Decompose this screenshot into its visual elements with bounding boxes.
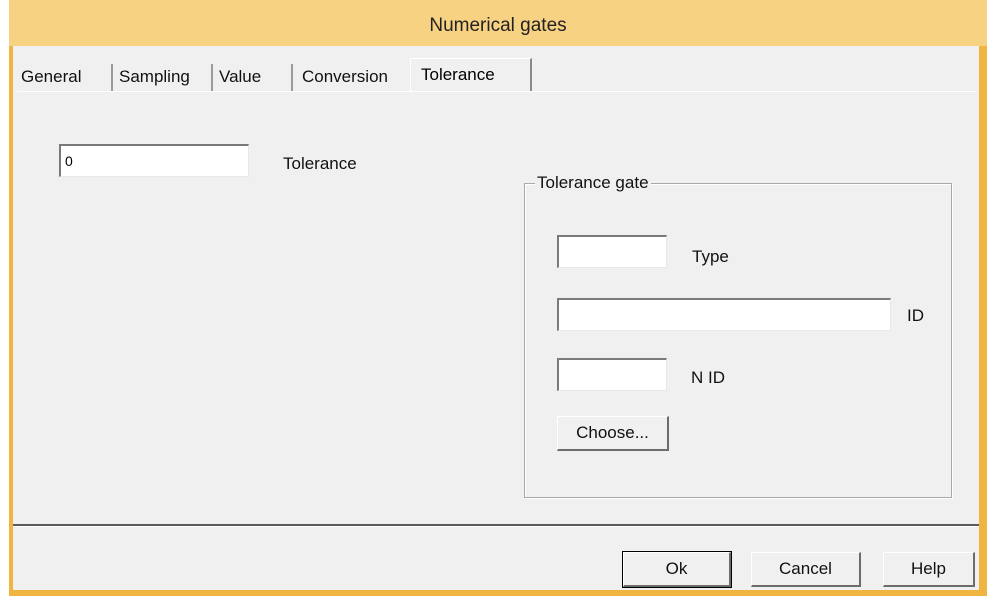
tab-separator: [211, 64, 213, 92]
tolerance-input[interactable]: [59, 144, 249, 177]
title-bar[interactable]: Numerical gates: [9, 0, 987, 46]
tab-general[interactable]: General: [21, 64, 81, 90]
tab-separator: [111, 64, 113, 92]
window-title: Numerical gates: [429, 15, 567, 36]
numerical-gates-dialog: Numerical gates General Sampling Value C…: [9, 0, 987, 596]
tab-separator: [291, 64, 293, 92]
help-button[interactable]: Help: [883, 552, 975, 587]
ok-button[interactable]: Ok: [622, 551, 732, 588]
tolerance-gate-group: Tolerance gate Type ID N ID Choose...: [524, 173, 952, 498]
choose-button[interactable]: Choose...: [557, 416, 669, 451]
cancel-button[interactable]: Cancel: [751, 552, 861, 587]
tab-sampling[interactable]: Sampling: [119, 64, 190, 90]
tab-tolerance-label: Tolerance: [421, 65, 495, 84]
tolerance-gate-title: Tolerance gate: [535, 173, 651, 193]
tab-tolerance[interactable]: Tolerance: [410, 58, 532, 92]
tab-conversion[interactable]: Conversion: [302, 64, 388, 90]
nid-input[interactable]: [557, 358, 667, 391]
id-input[interactable]: [557, 298, 891, 331]
tab-value[interactable]: Value: [219, 64, 261, 90]
type-label: Type: [692, 247, 729, 266]
footer-divider: [13, 524, 979, 527]
id-label: ID: [907, 306, 924, 325]
tolerance-tab-panel: Tolerance Tolerance gate Type ID N ID Ch…: [17, 91, 977, 523]
type-input[interactable]: [557, 235, 667, 268]
nid-label: N ID: [691, 368, 725, 387]
dialog-client-area: General Sampling Value Conversion Tolera…: [13, 46, 979, 590]
tolerance-label: Tolerance: [283, 154, 357, 173]
